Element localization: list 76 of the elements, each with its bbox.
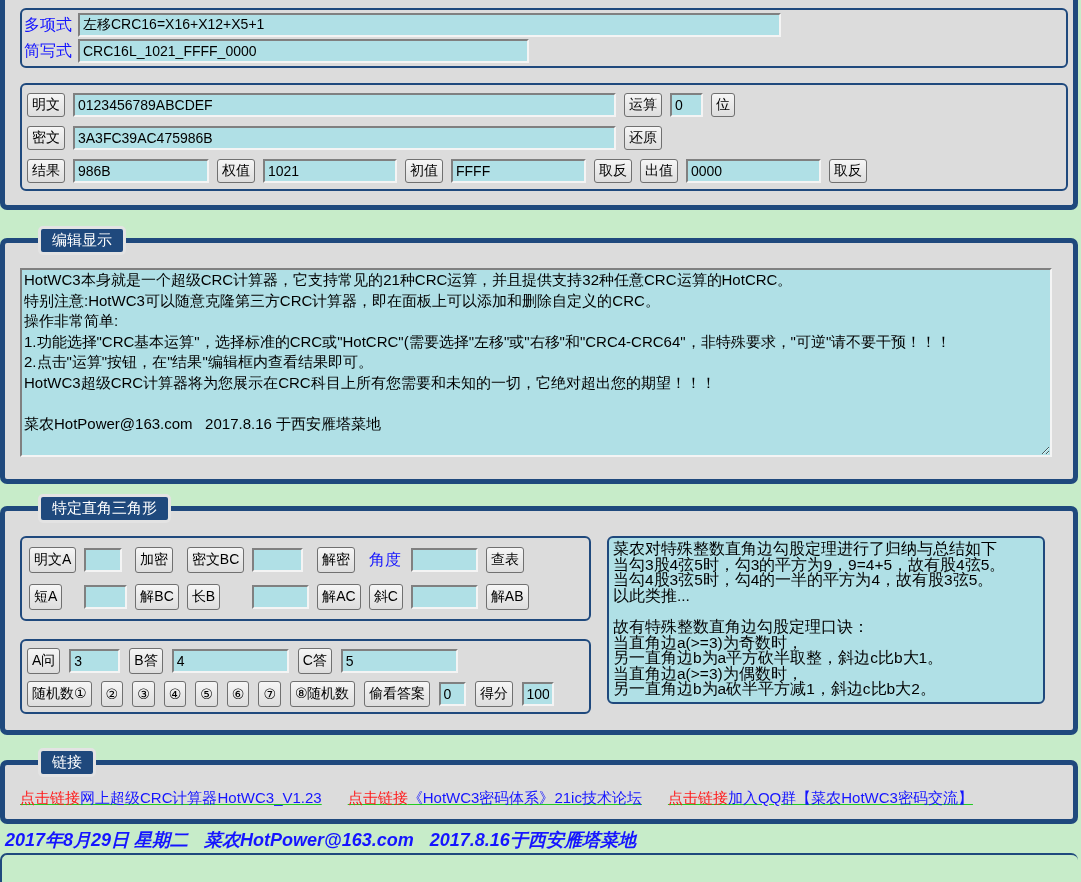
input-field[interactable] [84, 585, 128, 609]
input-field[interactable] [410, 548, 478, 572]
form-button[interactable]: 短A [29, 584, 63, 610]
footer-text: 2017.8.16于西安雁塔菜地 [429, 829, 636, 850]
note-text: 以此类推... [613, 587, 690, 604]
input-field[interactable]: 986B [73, 159, 209, 183]
form-button[interactable]: ② [100, 681, 124, 707]
input-field[interactable] [252, 548, 304, 572]
form-button[interactable]: 取反 [829, 159, 867, 183]
link[interactable]: 点击链接加入QQ群【菜农HotWC3密码交流】 [667, 789, 979, 808]
form-button[interactable]: 权值 [217, 159, 255, 183]
input-field[interactable] [84, 548, 123, 572]
form-button[interactable]: 位 [711, 93, 735, 117]
field-label: 简写式 [24, 40, 73, 61]
footer-text: 菜农HotPower@163.com [204, 829, 414, 850]
form-button[interactable]: ⑧随机数 [289, 681, 355, 707]
form-button[interactable]: 密文 [27, 126, 65, 150]
form-button[interactable]: 长B [186, 584, 221, 610]
field-label: 角度 [368, 549, 402, 570]
form-button[interactable]: 初值 [405, 159, 443, 183]
form-button[interactable]: 结果 [27, 159, 65, 183]
form-button[interactable]: 出值 [640, 159, 678, 183]
form-button[interactable]: C答 [297, 648, 332, 674]
form-button[interactable]: ③ [132, 681, 155, 707]
input-field[interactable]: 0000 [686, 159, 821, 183]
panel-title: 特定直角三角形 [38, 494, 171, 523]
form-button[interactable]: 运算 [624, 93, 662, 117]
panel-title: 编辑显示 [38, 226, 126, 255]
form-button[interactable]: 还原 [624, 126, 662, 150]
form-button[interactable]: 偷看答案 [363, 681, 430, 707]
form-button[interactable]: 解密 [317, 547, 356, 573]
note-text: 当勾4股3弦5时，勾4的一半的平方为4，故有股3弦5。 [613, 572, 995, 588]
note-text: 当直角边a(>=3)为偶数时， [613, 665, 803, 682]
note-text: 故有特殊整数直角边勾股定理口诀： [613, 618, 870, 635]
form-button[interactable]: 明文 [27, 93, 65, 117]
form-button[interactable]: 解AB [485, 584, 529, 610]
form-button[interactable]: ⑥ [226, 681, 250, 707]
form-button[interactable]: B答 [129, 648, 163, 674]
form-button[interactable]: 斜C [368, 584, 403, 610]
field-label: 多项式 [24, 14, 73, 35]
input-field[interactable]: CRC16L_1021_FFFF_0000 [78, 39, 529, 63]
form-button[interactable]: 解AC [317, 584, 361, 610]
form-button[interactable]: A问 [27, 648, 61, 674]
input-field[interactable]: 3 [69, 649, 121, 673]
input-field[interactable]: 5 [340, 649, 458, 673]
input-field[interactable] [410, 585, 478, 609]
form-button[interactable]: ⑤ [195, 681, 218, 707]
input-field[interactable]: 左移CRC16=X16+X12+X5+1 [78, 13, 781, 37]
note-text: 另一直角边b为a砍半平方减1，斜边c比b大2。 [613, 681, 937, 697]
form-button[interactable]: ⑦ [258, 681, 281, 707]
input-field[interactable]: 0 [670, 93, 703, 117]
link[interactable]: 点击链接网上超级CRC计算器HotWC3_V1.23 [20, 789, 328, 808]
text-area[interactable]: HotWC3本身就是一个超级CRC计算器，它支持常见的21种CRC运算，并且提供支持32种任意CRC运算的HotCRC。 特别注意:HotWC3可以随意克隆第三方CRC计算器，即在面板上可以添加和删除自定义的CRC。 操作非常简单: 1.功能选择"CRC基本运算"，选择标准的CRC或"HotCRC"(需要选择"左移"或"右移"和"CRC4-CRC64"，非特殊要求，"可逆"请不要干预！！！ 2.点击"运算"按钮，在"结果"编辑框内查看结果即可。 HotWC3超级CRC计算器将为您展示在CRC科目上所有您需要和未知的一切，它绝对超出您的期望！！！ 菜农HotPower@163.com 2017.8.16 于西安雁塔菜地 [20, 268, 1052, 457]
input-field[interactable]: 0123456789ABCDEF [73, 93, 616, 117]
form-button[interactable]: 取反 [594, 159, 632, 183]
note-text: 菜农对特殊整数直角边勾股定理进行了归纳与总结如下 [613, 541, 998, 557]
input-field[interactable]: 0 [438, 682, 466, 706]
form-button[interactable]: 加密 [135, 547, 174, 573]
panel-title: 链接 [38, 748, 96, 777]
note-text: 当直角边a(>=3)为奇数时， [613, 634, 803, 651]
footer-text: 2017年8月29日 星期二 [5, 829, 189, 850]
input-field[interactable]: 3A3FC39AC475986B [73, 126, 616, 150]
link[interactable]: 点击链接《HotWC3密码体系》21ic技术论坛 [347, 789, 648, 808]
form-button[interactable]: 密文BC [186, 547, 245, 573]
form-button[interactable]: 随机数① [27, 681, 92, 707]
input-field[interactable]: 4 [171, 649, 289, 673]
form-button[interactable]: 查表 [485, 547, 524, 573]
input-field[interactable]: 100 [521, 682, 554, 706]
note-text: 另一直角边b为a平方砍半取整，斜边c比b大1。 [613, 650, 945, 666]
input-field[interactable]: 1021 [263, 159, 397, 183]
input-field[interactable] [252, 585, 310, 609]
form-button[interactable]: 得分 [474, 681, 513, 707]
form-button[interactable]: 明文A [29, 547, 77, 573]
form-button[interactable]: 解BC [135, 584, 179, 610]
form-button[interactable]: ④ [163, 681, 187, 707]
input-field[interactable]: FFFF [451, 159, 586, 183]
